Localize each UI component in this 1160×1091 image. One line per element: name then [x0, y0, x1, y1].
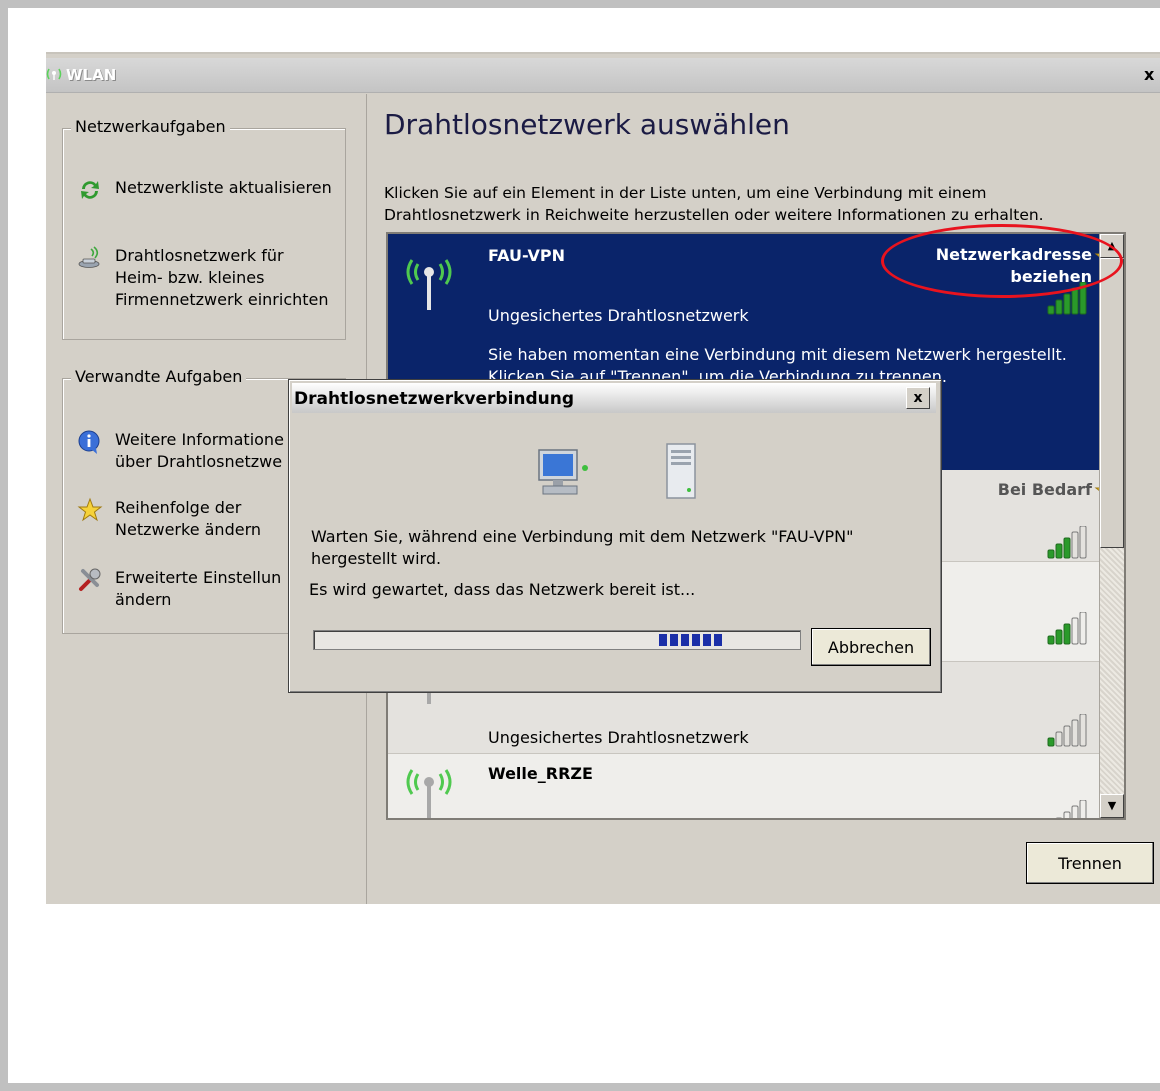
wireless-setup-icon — [78, 246, 100, 268]
computer-icon — [538, 449, 588, 495]
network-name: Welle_RRZE — [488, 764, 593, 783]
signal-bar — [1047, 635, 1055, 645]
signal-bar — [1079, 612, 1087, 645]
task-label: Netzwerkliste aktualisieren — [115, 178, 332, 197]
signal-bar — [1071, 617, 1079, 645]
connection-dialog: Drahtlosnetzwerkverbindung x Warten Sie,… — [288, 379, 942, 693]
dialog-message: Warten Sie, während eine Verbindung mit … — [311, 527, 854, 568]
network-tasks-title: Netzwerkaufgaben — [71, 117, 230, 136]
progress-block — [714, 634, 723, 646]
signal-bar — [1047, 305, 1055, 315]
signal-bar — [1071, 287, 1079, 315]
network-item-welle-rrze[interactable]: Welle_RRZE — [388, 754, 1124, 818]
signal-strength-icon — [1047, 526, 1087, 559]
connection-status: Bei Bedarf — [997, 480, 1092, 499]
progress-block — [703, 634, 712, 646]
progress-block — [681, 634, 690, 646]
progress-block — [670, 634, 679, 646]
signal-bar — [1071, 719, 1079, 747]
signal-bar — [1063, 725, 1071, 747]
dialog-title: Drahtlosnetzwerkverbindung — [294, 389, 575, 409]
task-label: Reihenfolge der Netzwerke ändern — [115, 498, 261, 539]
refresh-icon — [81, 181, 99, 199]
security-label: Ungesichertes Drahtlosnetzwerk — [488, 728, 749, 747]
instructions-text: Klicken Sie auf ein Element in der Liste… — [384, 184, 1044, 224]
connection-progress-bar — [313, 630, 801, 650]
security-label: Ungesichertes Drahtlosnetzwerk — [488, 306, 749, 325]
signal-bar — [1063, 623, 1071, 645]
dialog-close-button[interactable]: x — [906, 387, 930, 409]
tools-icon — [79, 568, 101, 591]
dialog-status: Es wird gewartet, dass das Netzwerk bere… — [309, 580, 696, 599]
window-close-button[interactable]: x — [1144, 64, 1160, 86]
signal-bar — [1063, 537, 1071, 559]
task-label: Erweiterte Einstellun ändern — [115, 568, 282, 609]
network-tasks-group: Netzwerkaufgaben Netzwerkliste aktualisi… — [62, 117, 347, 340]
network-name: FAU-VPN — [488, 246, 565, 265]
title-bar: WLAN x — [46, 58, 1160, 93]
wireless-network-icon — [406, 769, 452, 818]
wireless-network-icon — [406, 259, 452, 310]
dialog-title-bar: Drahtlosnetzwerkverbindung x — [292, 383, 936, 413]
signal-bar — [1047, 737, 1055, 747]
signal-bar — [1063, 811, 1071, 818]
network-list-scrollbar[interactable]: ▲ ▼ — [1099, 234, 1124, 818]
scroll-down-button[interactable]: ▼ — [1100, 794, 1124, 818]
refresh-network-list-link[interactable]: Netzwerkliste aktualisieren — [77, 177, 347, 203]
task-label: Weitere Informatione über Drahtlosnetzwe — [115, 430, 284, 471]
page-title: Drahtlosnetzwerk auswählen — [384, 108, 790, 141]
signal-bar — [1055, 629, 1063, 645]
signal-bar — [1079, 800, 1087, 818]
disconnect-button[interactable]: Trennen — [1026, 842, 1154, 884]
server-icon — [666, 443, 696, 499]
progress-blocks — [659, 634, 723, 646]
cancel-button[interactable]: Abbrechen — [811, 628, 931, 666]
signal-bar — [1056, 817, 1062, 818]
signal-bar — [1079, 714, 1087, 747]
signal-strength-icon — [1056, 800, 1087, 818]
signal-strength-icon — [1047, 612, 1087, 645]
window-title: WLAN — [66, 66, 117, 84]
progress-block — [692, 634, 701, 646]
star-icon — [77, 497, 103, 522]
wireless-icon — [46, 68, 62, 80]
signal-bar — [1079, 526, 1087, 559]
task-label: Drahtlosnetzwerk für Heim- bzw. kleines … — [115, 246, 329, 309]
scroll-thumb[interactable] — [1100, 258, 1124, 548]
signal-bar — [1055, 731, 1063, 747]
setup-wireless-network-link[interactable]: Drahtlosnetzwerk für Heim- bzw. kleines … — [77, 245, 347, 315]
signal-strength-icon — [1047, 714, 1087, 747]
signal-bar — [1055, 299, 1063, 315]
signal-bar — [1071, 805, 1079, 818]
related-tasks-title: Verwandte Aufgaben — [71, 367, 247, 386]
annotation-circle — [881, 224, 1123, 298]
signal-bar — [1055, 543, 1063, 559]
signal-bar — [1047, 549, 1055, 559]
signal-bar — [1063, 293, 1071, 315]
signal-bar — [1071, 531, 1079, 559]
info-icon — [78, 430, 100, 454]
progress-block — [659, 634, 668, 646]
